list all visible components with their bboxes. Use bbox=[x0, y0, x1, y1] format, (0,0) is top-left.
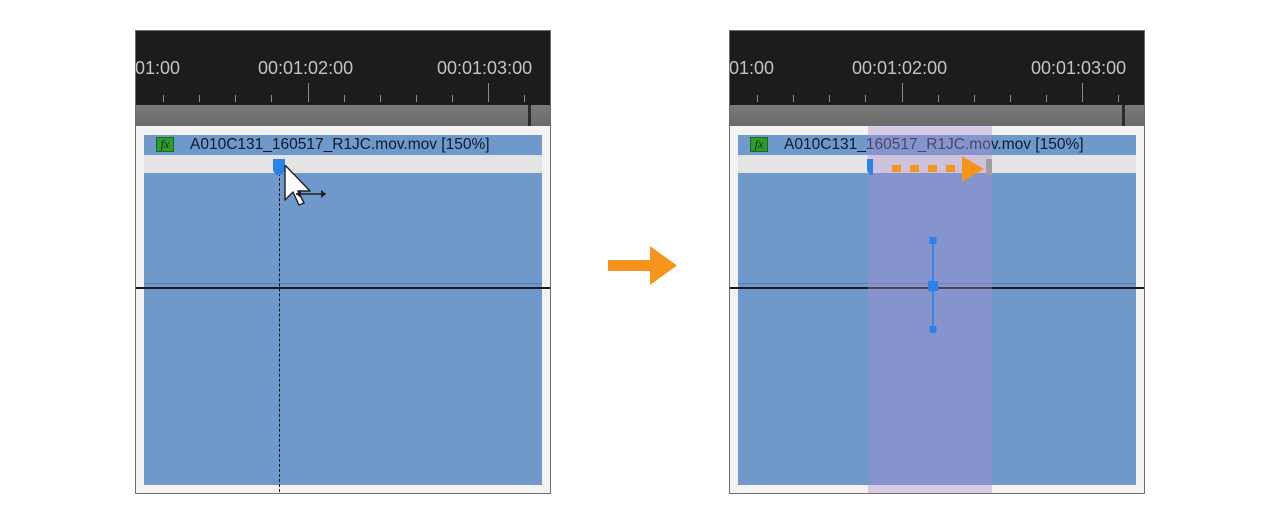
ruler-tick bbox=[416, 95, 417, 102]
ruler-tick bbox=[1082, 83, 1083, 102]
range-end-handle[interactable] bbox=[986, 159, 992, 175]
timecode-label: 00:01:02:00 bbox=[852, 58, 948, 78]
transition-arrow-icon bbox=[608, 246, 677, 285]
fx-badge[interactable]: fx bbox=[156, 137, 174, 152]
video-clip[interactable]: fx A010C131_160517_R1JC.mov.mov [150%] bbox=[144, 135, 542, 485]
ruler-tick bbox=[938, 95, 939, 102]
ruler-tick bbox=[452, 95, 453, 102]
resize-cursor-icon bbox=[284, 165, 326, 206]
video-track: fx A010C131_160517_R1JC.mov.mov [150%] bbox=[136, 126, 550, 493]
clip-header: fx A010C131_160517_R1JC.mov.mov [150%] bbox=[144, 135, 542, 155]
timecode-label: 00:01:02:00 bbox=[258, 58, 354, 78]
track-center-line bbox=[136, 287, 550, 289]
ruler-tick bbox=[757, 95, 758, 102]
work-area-end[interactable] bbox=[528, 105, 531, 126]
work-area-bar[interactable] bbox=[730, 105, 1144, 126]
ruler-tick bbox=[974, 95, 975, 102]
timecode-label: 01:00 bbox=[135, 58, 181, 78]
work-area-end[interactable] bbox=[1122, 105, 1125, 126]
range-start-handle[interactable] bbox=[867, 159, 873, 175]
timeline-panel-after: 01:00 00:01:02:00 00:01:03:00 fx A010C13… bbox=[729, 30, 1145, 494]
time-ruler[interactable]: 01:00 00:01:02:00 00:01:03:00 bbox=[730, 31, 1144, 105]
timecode-label: 01:00 bbox=[729, 58, 775, 78]
ruler-tick bbox=[1046, 95, 1047, 102]
timecode-label: 00:01:03:00 bbox=[1031, 58, 1127, 78]
ruler-tick bbox=[793, 95, 794, 102]
timecode-label: 00:01:03:00 bbox=[437, 58, 533, 78]
ruler-tick bbox=[865, 95, 866, 102]
work-area-bar[interactable] bbox=[136, 105, 550, 126]
ruler-tick bbox=[380, 95, 381, 102]
clip-name: A010C131_160517_R1JC.mov.mov [150%] bbox=[190, 136, 490, 153]
ruler-tick bbox=[163, 95, 164, 102]
ruler-tick bbox=[829, 95, 830, 102]
playhead-line bbox=[279, 163, 280, 493]
ruler-tick bbox=[308, 83, 309, 102]
ruler-tick bbox=[235, 95, 236, 102]
fx-badge[interactable]: fx bbox=[750, 137, 768, 152]
time-ruler[interactable]: 01:00 00:01:02:00 00:01:03:00 bbox=[136, 31, 550, 105]
ruler-tick bbox=[344, 95, 345, 102]
timeline-panel-before: 01:00 00:01:02:00 00:01:03:00 fx A010C13… bbox=[135, 30, 551, 494]
ruler-tick bbox=[271, 95, 272, 102]
ruler-tick bbox=[199, 95, 200, 102]
drag-direction-arrow-icon bbox=[892, 156, 984, 182]
ruler-tick bbox=[1010, 95, 1011, 102]
ruler-tick bbox=[488, 83, 489, 102]
ruler-tick bbox=[524, 95, 525, 102]
ruler-tick bbox=[1118, 95, 1119, 102]
keyframe-handle-icon[interactable] bbox=[925, 234, 941, 334]
ruler-tick bbox=[902, 83, 903, 102]
clip-divider bbox=[144, 283, 542, 284]
keyframe-lane[interactable] bbox=[144, 155, 542, 173]
